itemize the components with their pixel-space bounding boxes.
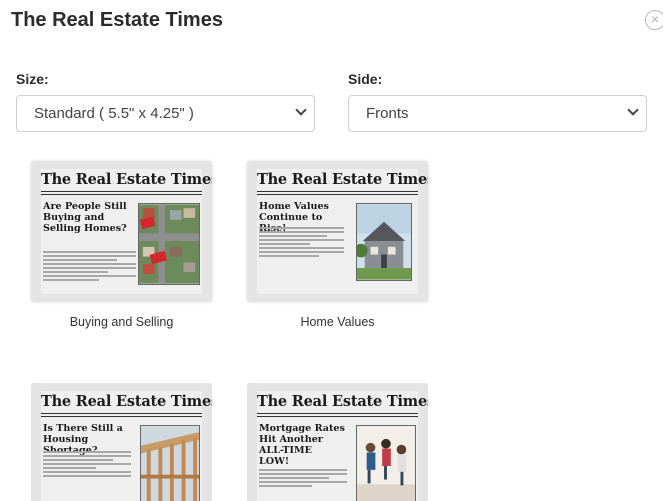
size-select[interactable]: Standard ( 5.5" x 4.25" ) — [16, 95, 315, 132]
newspaper-title: The Real Estate Times — [257, 393, 428, 410]
newspaper-title: The Real Estate Times — [41, 393, 212, 410]
template-thumbnail: The Real Estate Times Home Values Contin… — [247, 161, 428, 302]
template-thumbnail: The Real Estate Times Are People Still B… — [31, 161, 212, 302]
side-label: Side: — [348, 71, 383, 87]
newspaper-issue-bar — [41, 191, 202, 195]
template-card-home-values[interactable]: The Real Estate Times Home Values Contin… — [247, 161, 428, 336]
house-photo-icon — [356, 203, 412, 281]
template-thumbnail: The Real Estate Times Is There Still a H… — [31, 383, 212, 501]
chevron-down-icon — [627, 104, 639, 116]
article-text-lines — [43, 251, 136, 283]
template-card-housing-shortage[interactable]: The Real Estate Times Is There Still a H… — [31, 383, 212, 501]
article-text-lines — [43, 451, 131, 479]
template-card-buying-selling[interactable]: The Real Estate Times Are People Still B… — [31, 161, 212, 336]
template-caption: Buying and Selling — [69, 315, 174, 329]
chevron-down-icon — [295, 104, 307, 116]
template-card-mortgage-rates[interactable]: The Real Estate Times Mortgage Rates Hit… — [247, 383, 428, 501]
close-icon[interactable]: × — [645, 10, 663, 30]
newspaper-issue-bar — [41, 413, 202, 417]
jumping-family-photo-icon — [356, 425, 416, 501]
newspaper-title: The Real Estate Times — [257, 171, 428, 188]
article-text-lines — [259, 469, 347, 489]
template-thumbnail: The Real Estate Times Mortgage Rates Hit… — [247, 383, 428, 501]
newspaper-issue-bar — [257, 413, 418, 417]
size-label: Size: — [16, 71, 49, 87]
newspaper-headline: Are People Still Buying and Selling Home… — [43, 201, 127, 234]
template-caption: Home Values — [300, 315, 375, 329]
newspaper-headline: Mortgage Rates Hit Another ALL-TIME LOW! — [259, 423, 345, 467]
side-select-value: Fronts — [366, 105, 409, 122]
construction-frame-photo-icon — [140, 425, 200, 501]
article-text-lines — [259, 227, 344, 259]
modal-title: The Real Estate Times — [11, 9, 223, 31]
side-select[interactable]: Fronts — [348, 95, 647, 132]
newspaper-issue-bar — [257, 191, 418, 195]
aerial-houses-photo-icon — [138, 203, 200, 285]
newspaper-title: The Real Estate Times — [41, 171, 212, 188]
size-select-value: Standard ( 5.5" x 4.25" ) — [34, 105, 194, 122]
